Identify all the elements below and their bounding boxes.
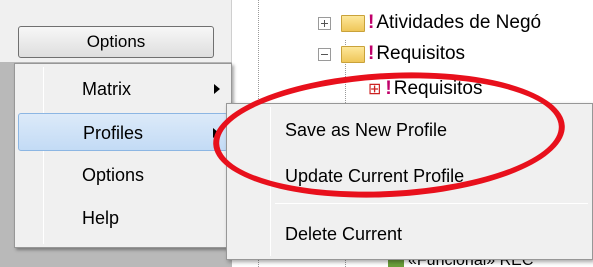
menu-item-profiles[interactable]: Profiles: [18, 113, 228, 151]
exclamation-icon: !: [385, 78, 392, 99]
save-as-new-profile-item[interactable]: Save as New Profile: [285, 120, 447, 141]
submenu-arrow-icon: [214, 84, 220, 94]
delete-current-item[interactable]: Delete Current: [285, 224, 402, 245]
tree-node-label: Atividades de Negó: [376, 12, 542, 33]
collapse-icon[interactable]: [318, 47, 331, 61]
menu-item-options[interactable]: Options: [18, 156, 228, 194]
folder-icon: [341, 45, 365, 63]
tree-node-atividades[interactable]: ! Atividades de Negó: [318, 12, 541, 34]
tree-node-requisitos-diagram[interactable]: ⊞ ! Requisitos: [368, 78, 482, 100]
options-menu: Matrix Profiles Options Help: [14, 63, 232, 248]
menu-item-matrix[interactable]: Matrix: [18, 70, 228, 108]
submenu-arrow-icon: [213, 128, 219, 138]
menu-item-label: Options: [82, 165, 145, 185]
diagram-icon: ⊞: [368, 81, 382, 98]
folder-icon: [341, 14, 365, 32]
expand-icon[interactable]: [318, 16, 331, 30]
menu-item-help[interactable]: Help: [18, 199, 228, 237]
menu-item-label: Matrix: [82, 79, 131, 99]
options-button[interactable]: Options: [18, 26, 214, 58]
tree-node-requisitos-folder[interactable]: ! Requisitos: [318, 43, 465, 65]
profiles-submenu: Save as New Profile Update Current Profi…: [226, 103, 593, 260]
update-current-profile-item[interactable]: Update Current Profile: [285, 166, 464, 187]
tree-node-label: Requisitos: [376, 43, 466, 64]
exclamation-icon: !: [368, 12, 375, 33]
menu-gutter: [270, 107, 271, 256]
exclamation-icon: !: [368, 43, 375, 64]
menu-item-label: Profiles: [83, 123, 144, 143]
menu-item-label: Help: [82, 208, 120, 228]
tree-node-label: Requisitos: [393, 78, 483, 99]
menu-separator: [275, 203, 588, 204]
